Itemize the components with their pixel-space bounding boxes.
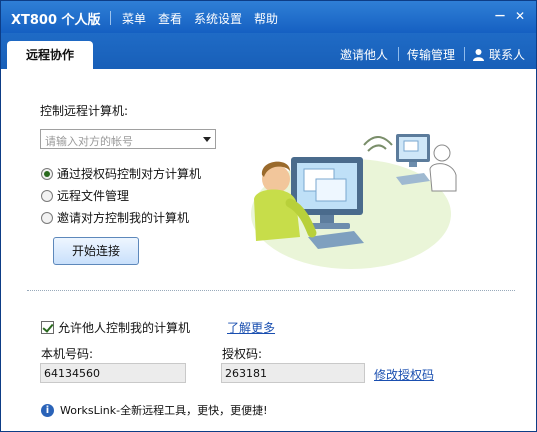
- transfer-manager-link[interactable]: 传输管理: [407, 46, 455, 63]
- radio-button[interactable]: [41, 211, 53, 224]
- menu-item-settings[interactable]: 系统设置: [194, 10, 242, 27]
- radio-button[interactable]: [41, 167, 53, 180]
- invite-others-link[interactable]: 邀请他人: [340, 46, 388, 63]
- tab-separator: [398, 47, 399, 61]
- contacts-label: 联系人: [489, 48, 526, 62]
- radio-label: 邀请对方控制我的计算机: [57, 211, 190, 225]
- control-remote-label: 控制远程计算机:: [40, 104, 129, 118]
- title-bar: XT800 个人版 菜单 查看 系统设置 帮助 － ✕: [1, 1, 536, 33]
- menu-item-help[interactable]: 帮助: [254, 10, 278, 27]
- radio-button[interactable]: [41, 189, 53, 202]
- auth-code-field[interactable]: 263181: [221, 363, 365, 383]
- learn-more-link[interactable]: 了解更多: [227, 319, 275, 336]
- app-title: XT800 个人版: [11, 13, 101, 28]
- dropdown-arrow-icon[interactable]: [203, 137, 211, 142]
- section-divider: [27, 290, 515, 291]
- info-icon: i: [41, 403, 54, 417]
- menu-item-view[interactable]: 查看: [158, 10, 182, 27]
- radio-label: 远程文件管理: [57, 189, 130, 203]
- app-window: XT800 个人版 菜单 查看 系统设置 帮助 － ✕ 远程协作 邀请他人 传输…: [0, 0, 537, 432]
- radio-label: 通过授权码控制对方计算机: [57, 167, 202, 181]
- account-combobox[interactable]: 请输入对方的帐号: [40, 129, 216, 149]
- machine-code-label: 本机号码:: [41, 347, 94, 361]
- allow-control-checkbox-row[interactable]: 允许他人控制我的计算机: [41, 319, 190, 336]
- allow-control-checkbox[interactable]: [41, 321, 54, 334]
- change-auth-code-link[interactable]: 修改授权码: [374, 366, 434, 383]
- contacts-link[interactable]: 联系人: [472, 46, 525, 63]
- tab-remote-collaboration[interactable]: 远程协作: [7, 41, 93, 69]
- account-placeholder: 请输入对方的帐号: [45, 135, 133, 148]
- machine-code-field[interactable]: 64134560: [40, 363, 186, 383]
- main-panel: 控制远程计算机: 请输入对方的帐号 通过授权码控制对方计算机 远程文件管理 邀请…: [1, 69, 536, 431]
- info-text: WorksLink-全新远程工具，更快，更便捷!: [60, 404, 268, 417]
- start-connection-button[interactable]: 开始连接: [53, 237, 139, 265]
- info-message: i WorksLink-全新远程工具，更快，更便捷!: [41, 402, 268, 418]
- radio-invite-control[interactable]: 邀请对方控制我的计算机: [41, 209, 189, 226]
- allow-control-label: 允许他人控制我的计算机: [58, 321, 191, 335]
- menu-bar: 菜单 查看 系统设置 帮助: [122, 10, 290, 27]
- close-button[interactable]: ✕: [513, 9, 527, 23]
- auth-code-label: 授权码:: [222, 347, 263, 361]
- user-icon: [473, 49, 484, 61]
- tab-bar: 远程协作 邀请他人 传输管理 联系人: [1, 33, 536, 69]
- tab-separator: [464, 47, 465, 61]
- radio-auth-code-control[interactable]: 通过授权码控制对方计算机: [41, 165, 201, 182]
- title-separator: [110, 11, 111, 25]
- radio-remote-file-management[interactable]: 远程文件管理: [41, 187, 129, 204]
- minimize-button[interactable]: －: [493, 9, 507, 23]
- menu-item-menu[interactable]: 菜单: [122, 10, 146, 27]
- remote-control-illustration: [251, 134, 457, 269]
